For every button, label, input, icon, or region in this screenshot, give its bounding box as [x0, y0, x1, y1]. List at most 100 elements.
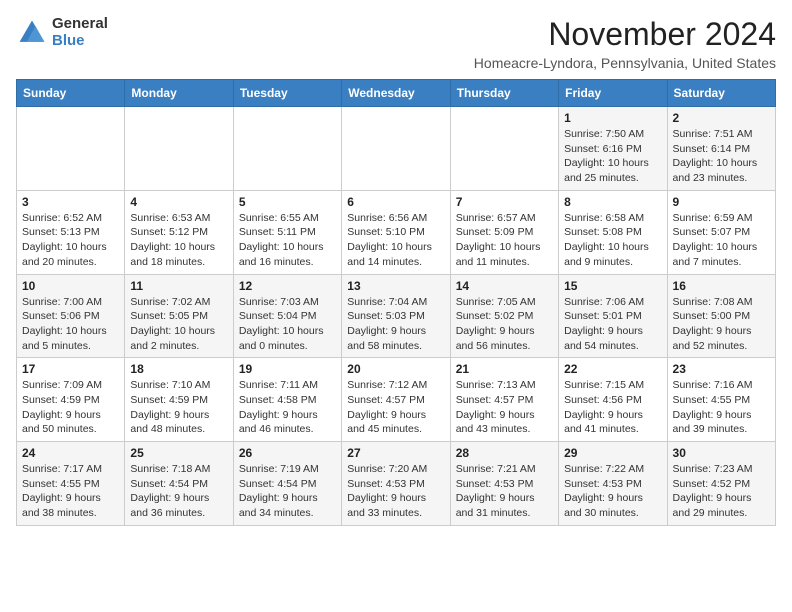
- day-info: Sunrise: 7:19 AM Sunset: 4:54 PM Dayligh…: [239, 462, 336, 521]
- day-number: 22: [564, 362, 661, 376]
- calendar-body: 1 Sunrise: 7:50 AM Sunset: 6:16 PM Daylig…: [17, 107, 776, 526]
- location-title: Homeacre-Lyndora, Pennsylvania, United S…: [474, 55, 776, 71]
- calendar-cell: 6Sunrise: 6:56 AM Sunset: 5:10 PM Daylig…: [342, 190, 450, 274]
- day-number: 23: [673, 362, 770, 376]
- page-header: General Blue November 2024 Homeacre-Lynd…: [16, 16, 776, 71]
- calendar-cell: 3 Sunrise: 6:52 AM Sunset: 5:13 PM Daylig…: [17, 190, 125, 274]
- day-info: Sunrise: 7:04 AM Sunset: 5:03 PM Dayligh…: [347, 295, 444, 354]
- day-info: Sunrise: 7:03 AM Sunset: 5:04 PM Dayligh…: [239, 295, 336, 354]
- day-number: 9: [673, 195, 770, 209]
- day-info: Sunrise: 6:59 AM Sunset: 5:07 PM Dayligh…: [673, 211, 770, 270]
- day-number: 25: [130, 446, 227, 460]
- day-info: Sunrise: 7:17 AM Sunset: 4:55 PM Dayligh…: [22, 462, 119, 521]
- calendar-cell: 20 Sunrise: 7:12 AM Sunset: 4:57 PM Dayli…: [342, 358, 450, 442]
- calendar-header-row: SundayMondayTuesdayWednesdayThursdayFrid…: [17, 80, 776, 107]
- calendar-cell: 8 Sunrise: 6:58 AM Sunset: 5:08 PM Daylig…: [559, 190, 667, 274]
- day-number: 14: [456, 279, 553, 293]
- calendar-cell: 24 Sunrise: 7:17 AM Sunset: 4:55 PM Dayli…: [17, 442, 125, 526]
- calendar-cell: 17 Sunrise: 7:09 AM Sunset: 4:59 PM Dayli…: [17, 358, 125, 442]
- day-info: Sunrise: 6:57 AM Sunset: 5:09 PM Dayligh…: [456, 211, 553, 270]
- weekday-header-wednesday: Wednesday: [342, 80, 450, 107]
- day-info: Sunrise: 7:00 AM Sunset: 5:06 PM Dayligh…: [22, 295, 119, 354]
- day-info: Sunrise: 7:08 AM Sunset: 5:00 PM Dayligh…: [673, 295, 770, 354]
- day-number: 21: [456, 362, 553, 376]
- day-number: 1: [564, 111, 661, 125]
- calendar-week-3: 10 Sunrise: 7:00 AM Sunset: 5:06 PM Dayli…: [17, 274, 776, 358]
- day-info: Sunrise: 7:11 AM Sunset: 4:58 PM Dayligh…: [239, 378, 336, 437]
- calendar-table: SundayMondayTuesdayWednesdayThursdayFrid…: [16, 79, 776, 526]
- day-number: 8: [564, 195, 661, 209]
- day-number: 16: [673, 279, 770, 293]
- calendar-cell: 22 Sunrise: 7:15 AM Sunset: 4:56 PM Dayli…: [559, 358, 667, 442]
- calendar-cell: 25 Sunrise: 7:18 AM Sunset: 4:54 PM Dayli…: [125, 442, 233, 526]
- day-info: Sunrise: 7:09 AM Sunset: 4:59 PM Dayligh…: [22, 378, 119, 437]
- day-info: Sunrise: 6:52 AM Sunset: 5:13 PM Dayligh…: [22, 211, 119, 270]
- calendar-cell: 28Sunrise: 7:21 AM Sunset: 4:53 PM Dayli…: [450, 442, 558, 526]
- day-info: Sunrise: 7:12 AM Sunset: 4:57 PM Dayligh…: [347, 378, 444, 437]
- day-number: 18: [130, 362, 227, 376]
- calendar-cell: 16 Sunrise: 7:08 AM Sunset: 5:00 PM Dayli…: [667, 274, 775, 358]
- calendar-cell: 11 Sunrise: 7:02 AM Sunset: 5:05 PM Dayli…: [125, 274, 233, 358]
- day-info: Sunrise: 7:18 AM Sunset: 4:54 PM Dayligh…: [130, 462, 227, 521]
- calendar-cell: 9 Sunrise: 6:59 AM Sunset: 5:07 PM Daylig…: [667, 190, 775, 274]
- day-info: Sunrise: 7:06 AM Sunset: 5:01 PM Dayligh…: [564, 295, 661, 354]
- calendar-week-5: 24 Sunrise: 7:17 AM Sunset: 4:55 PM Dayli…: [17, 442, 776, 526]
- calendar-cell: 13Sunrise: 7:04 AM Sunset: 5:03 PM Dayli…: [342, 274, 450, 358]
- day-info: Sunrise: 7:23 AM Sunset: 4:52 PM Dayligh…: [673, 462, 770, 521]
- logo-text: General Blue: [52, 16, 108, 49]
- day-number: 15: [564, 279, 661, 293]
- logo-general: General: [52, 16, 108, 33]
- day-info: Sunrise: 7:10 AM Sunset: 4:59 PM Dayligh…: [130, 378, 227, 437]
- day-number: 24: [22, 446, 119, 460]
- day-number: 20: [347, 362, 444, 376]
- day-info: Sunrise: 7:50 AM Sunset: 6:16 PM Dayligh…: [564, 127, 661, 186]
- calendar-cell: 4Sunrise: 6:53 AM Sunset: 5:12 PM Daylig…: [125, 190, 233, 274]
- title-block: November 2024 Homeacre-Lyndora, Pennsylv…: [474, 16, 776, 71]
- day-info: Sunrise: 6:58 AM Sunset: 5:08 PM Dayligh…: [564, 211, 661, 270]
- day-number: 30: [673, 446, 770, 460]
- calendar-cell: [233, 107, 341, 191]
- day-number: 3: [22, 195, 119, 209]
- day-number: 7: [456, 195, 553, 209]
- logo-blue: Blue: [52, 33, 108, 50]
- weekday-header-sunday: Sunday: [17, 80, 125, 107]
- day-number: 19: [239, 362, 336, 376]
- calendar-cell: 14 Sunrise: 7:05 AM Sunset: 5:02 PM Dayli…: [450, 274, 558, 358]
- day-info: Sunrise: 7:51 AM Sunset: 6:14 PM Dayligh…: [673, 127, 770, 186]
- weekday-header-tuesday: Tuesday: [233, 80, 341, 107]
- calendar-week-4: 17 Sunrise: 7:09 AM Sunset: 4:59 PM Dayli…: [17, 358, 776, 442]
- day-number: 27: [347, 446, 444, 460]
- day-info: Sunrise: 7:13 AM Sunset: 4:57 PM Dayligh…: [456, 378, 553, 437]
- day-number: 2: [673, 111, 770, 125]
- calendar-cell: 5Sunrise: 6:55 AM Sunset: 5:11 PM Daylig…: [233, 190, 341, 274]
- calendar-cell: 2 Sunrise: 7:51 AM Sunset: 6:14 PM Daylig…: [667, 107, 775, 191]
- calendar-cell: 12 Sunrise: 7:03 AM Sunset: 5:04 PM Dayli…: [233, 274, 341, 358]
- calendar-cell: 29Sunrise: 7:22 AM Sunset: 4:53 PM Dayli…: [559, 442, 667, 526]
- day-number: 12: [239, 279, 336, 293]
- weekday-header-saturday: Saturday: [667, 80, 775, 107]
- weekday-header-thursday: Thursday: [450, 80, 558, 107]
- day-info: Sunrise: 7:16 AM Sunset: 4:55 PM Dayligh…: [673, 378, 770, 437]
- calendar-week-1: 1 Sunrise: 7:50 AM Sunset: 6:16 PM Daylig…: [17, 107, 776, 191]
- calendar-cell: 15 Sunrise: 7:06 AM Sunset: 5:01 PM Dayli…: [559, 274, 667, 358]
- calendar-cell: 7 Sunrise: 6:57 AM Sunset: 5:09 PM Daylig…: [450, 190, 558, 274]
- day-info: Sunrise: 7:15 AM Sunset: 4:56 PM Dayligh…: [564, 378, 661, 437]
- day-number: 5: [239, 195, 336, 209]
- day-number: 26: [239, 446, 336, 460]
- day-number: 29: [564, 446, 661, 460]
- day-number: 17: [22, 362, 119, 376]
- calendar-cell: [342, 107, 450, 191]
- calendar-cell: [17, 107, 125, 191]
- weekday-header-monday: Monday: [125, 80, 233, 107]
- day-info: Sunrise: 7:05 AM Sunset: 5:02 PM Dayligh…: [456, 295, 553, 354]
- calendar-cell: [450, 107, 558, 191]
- day-number: 11: [130, 279, 227, 293]
- calendar-cell: 19 Sunrise: 7:11 AM Sunset: 4:58 PM Dayli…: [233, 358, 341, 442]
- day-info: Sunrise: 6:56 AM Sunset: 5:10 PM Dayligh…: [347, 211, 444, 270]
- calendar-cell: 27 Sunrise: 7:20 AM Sunset: 4:53 PM Dayli…: [342, 442, 450, 526]
- day-info: Sunrise: 7:20 AM Sunset: 4:53 PM Dayligh…: [347, 462, 444, 521]
- day-number: 10: [22, 279, 119, 293]
- day-number: 4: [130, 195, 227, 209]
- day-info: Sunrise: 7:02 AM Sunset: 5:05 PM Dayligh…: [130, 295, 227, 354]
- calendar-cell: 23 Sunrise: 7:16 AM Sunset: 4:55 PM Dayli…: [667, 358, 775, 442]
